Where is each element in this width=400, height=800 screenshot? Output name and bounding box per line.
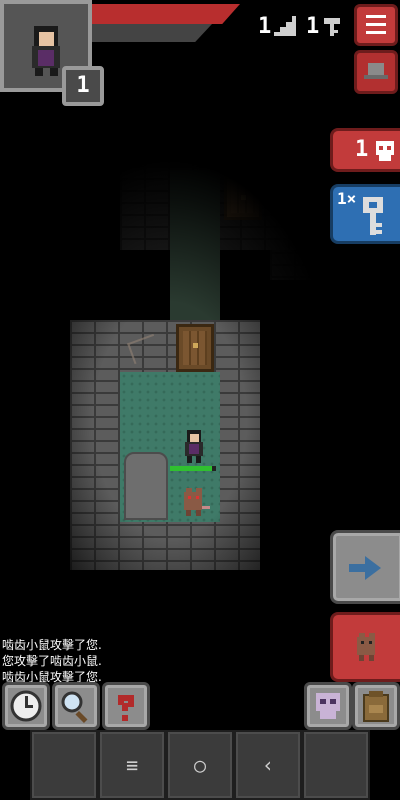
- attack-button[interactable]: [330, 612, 400, 682]
- recent-apps-icon: ≡: [125, 753, 139, 777]
- exp-bar: [92, 24, 212, 42]
- wait-button[interactable]: [2, 682, 50, 730]
- skull-icon: [376, 141, 394, 161]
- system-nav-bar: ≡ ○ ‹: [30, 730, 370, 800]
- danger-indicator[interactable]: 1: [330, 128, 400, 172]
- danger-count: 1: [355, 137, 369, 162]
- hat-icon: [364, 63, 388, 79]
- clock-icon: [10, 690, 42, 722]
- log-message: 您攻擊了啮齿小鼠.: [2, 654, 102, 668]
- nav-spacer: [302, 730, 370, 800]
- key-count: 1×: [337, 189, 357, 208]
- back-button[interactable]: ‹: [234, 730, 302, 800]
- log-message: 啮齿小鼠攻擊了您.: [2, 638, 102, 652]
- search-button[interactable]: [52, 682, 100, 730]
- menu-button[interactable]: [354, 4, 398, 46]
- hp-bar: [92, 4, 240, 24]
- stairs-icon: [274, 16, 296, 40]
- info-button[interactable]: [102, 682, 150, 730]
- iron-key-hud-icon: [322, 16, 342, 42]
- magnifier-icon: [61, 691, 88, 724]
- question-icon: [118, 695, 134, 721]
- hamburger-icon: [366, 15, 386, 34]
- iron-key-badge[interactable]: 1×: [330, 184, 400, 244]
- journal-button[interactable]: [354, 50, 398, 94]
- depth-value: 1: [258, 14, 272, 39]
- iron-key-icon: [363, 197, 383, 235]
- backpack-button[interactable]: [352, 682, 400, 730]
- arrow-right-icon: [349, 556, 381, 580]
- quickslot-button[interactable]: [304, 682, 352, 730]
- rat-icon: [357, 633, 375, 661]
- recent-apps-button[interactable]: ≡: [98, 730, 166, 800]
- hero-level: 1: [62, 66, 104, 106]
- backpack-icon: [363, 691, 389, 722]
- home-icon: ○: [193, 753, 207, 777]
- back-icon: ‹: [261, 753, 275, 777]
- skull-item-icon: [316, 693, 340, 719]
- resume-button[interactable]: [330, 530, 400, 604]
- nav-spacer: [30, 730, 98, 800]
- home-button[interactable]: ○: [166, 730, 234, 800]
- iron-keys-value: 1: [306, 14, 320, 39]
